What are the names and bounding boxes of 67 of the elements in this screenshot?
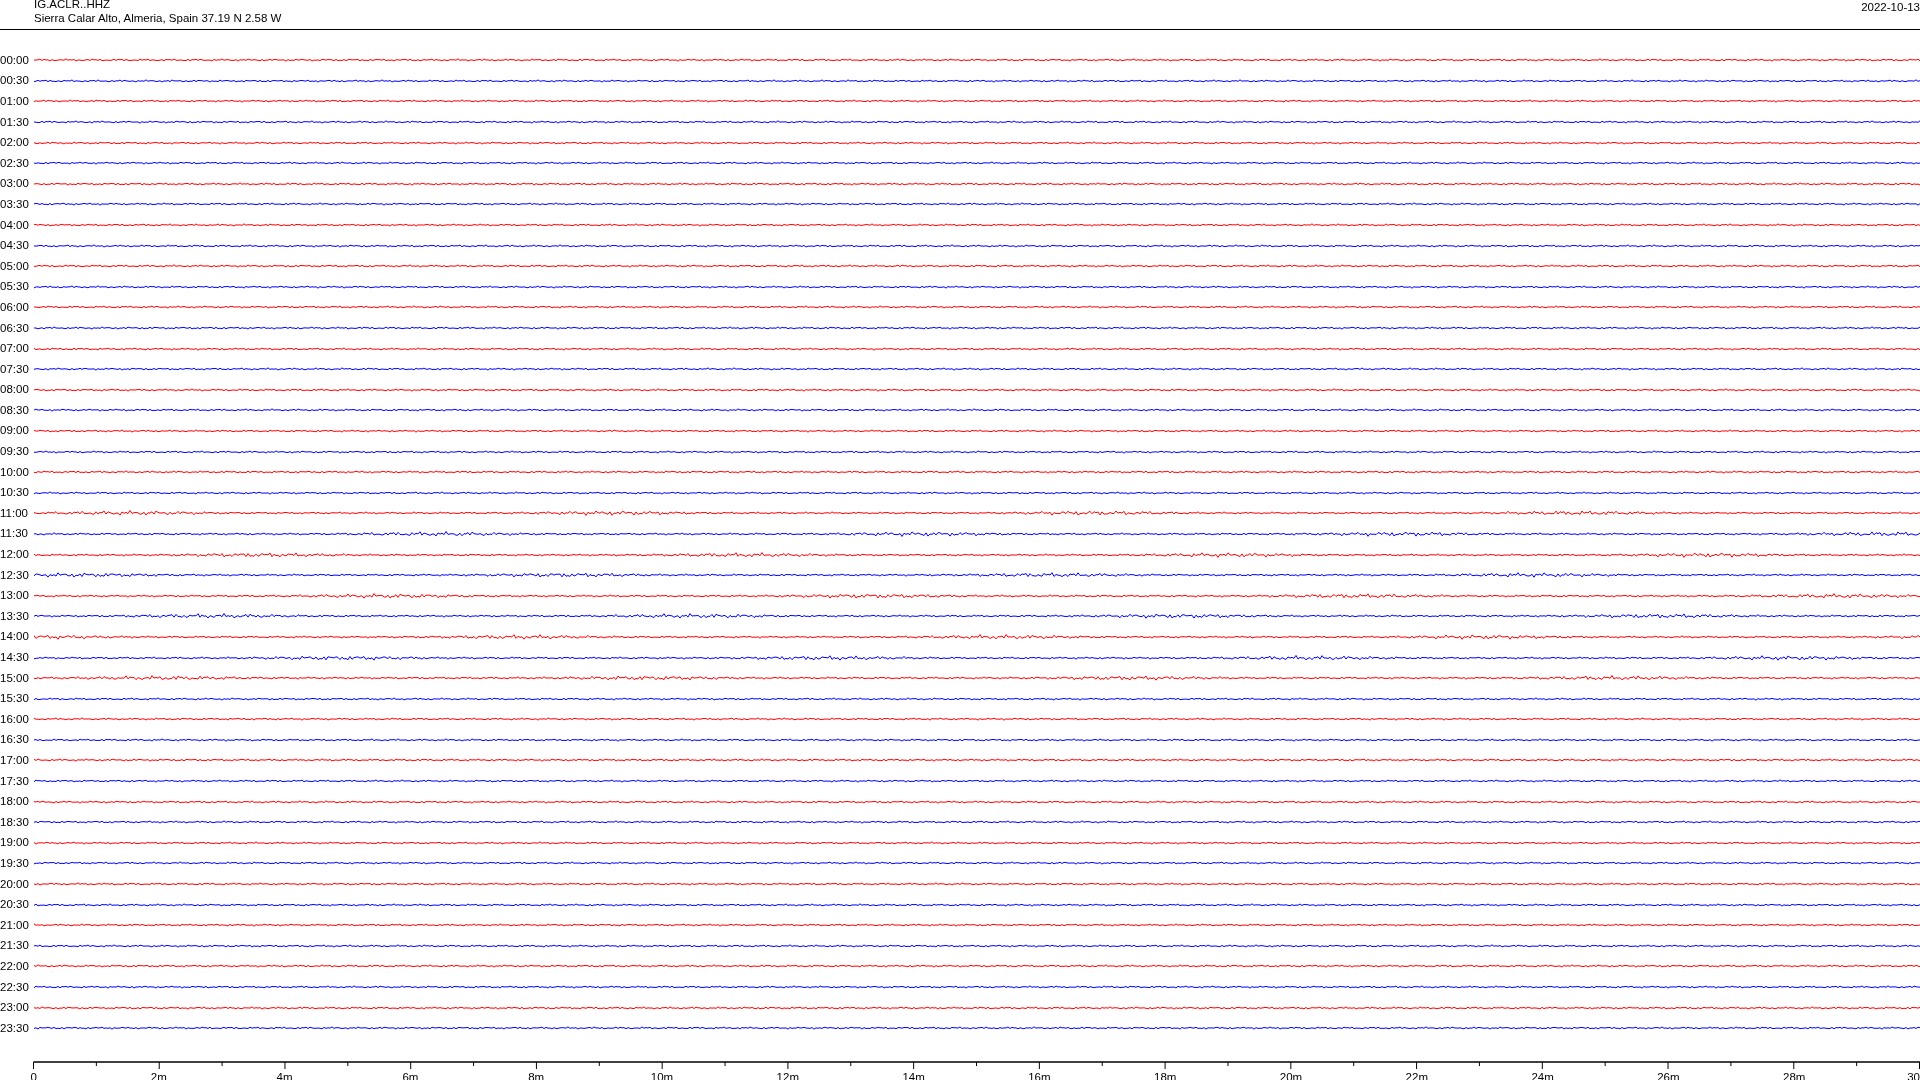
time-label: 05:00 — [0, 259, 30, 273]
time-label: 01:30 — [0, 115, 30, 129]
time-label: 09:00 — [0, 424, 30, 438]
time-label: 16:30 — [0, 733, 30, 747]
time-label: 14:00 — [0, 630, 30, 644]
time-label: 22:30 — [0, 980, 30, 994]
axis-label: 2m — [150, 1070, 167, 1080]
time-label: 03:30 — [0, 197, 30, 211]
time-label: 17:00 — [0, 754, 30, 767]
time-label: 14:30 — [0, 651, 30, 664]
time-label: 12:00 — [0, 548, 30, 562]
time-label: 23:30 — [0, 1021, 30, 1035]
time-label: 00:30 — [0, 74, 30, 88]
time-label: 20:30 — [0, 898, 30, 912]
axis-label: 0 — [30, 1070, 37, 1080]
station-location: Sierra Calar Alto, Almeria, Spain 37.19 N 2.58 W — [34, 11, 282, 25]
time-label: 08:00 — [0, 383, 30, 397]
time-label: 19:00 — [0, 836, 30, 850]
axis-label: 24m — [1531, 1070, 1554, 1080]
axis-label: 30 — [1907, 1070, 1920, 1080]
axis-label: 22m — [1405, 1070, 1428, 1080]
time-label: 12:30 — [0, 568, 30, 582]
time-label: 21:00 — [0, 918, 30, 932]
time-label: 07:00 — [0, 342, 30, 356]
time-label: 01:00 — [0, 95, 30, 108]
time-label: 05:30 — [0, 280, 30, 294]
station-code: IG.ACLR..HHZ — [34, 0, 112, 11]
time-label: 11:30 — [0, 527, 29, 541]
time-label: 10:00 — [0, 465, 30, 479]
time-label: 02:30 — [0, 156, 30, 170]
time-label: 11:00 — [0, 506, 29, 520]
time-label: 18:30 — [0, 815, 30, 829]
axis-label: 12m — [776, 1070, 799, 1080]
time-label: 06:30 — [0, 321, 30, 335]
time-label: 19:30 — [0, 856, 30, 870]
time-label: 00:00 — [0, 53, 30, 67]
axis-label: 14m — [902, 1070, 925, 1080]
time-label: 17:30 — [0, 774, 30, 788]
axis-label: 4m — [276, 1070, 293, 1080]
time-label: 02:00 — [0, 136, 30, 150]
time-label: 13:00 — [0, 589, 30, 603]
axis-label: 20m — [1279, 1070, 1303, 1080]
axis-label: 26m — [1657, 1070, 1680, 1080]
time-label: 15:00 — [0, 671, 30, 685]
axis-label: 6m — [402, 1070, 419, 1080]
time-label: 08:30 — [0, 403, 30, 417]
axis-label: 10m — [650, 1070, 674, 1080]
time-label: 15:30 — [0, 692, 30, 706]
time-label: 20:00 — [0, 877, 30, 891]
axis-label: 16m — [1028, 1070, 1051, 1080]
time-label: 04:00 — [0, 218, 30, 232]
time-label: 06:00 — [0, 300, 30, 314]
time-label: 10:30 — [0, 486, 30, 500]
time-label: 13:30 — [0, 609, 30, 623]
time-label: 22:00 — [0, 959, 30, 973]
axis-label: 28m — [1783, 1070, 1806, 1080]
axis-label: 8m — [528, 1070, 545, 1080]
plot-date: 2022-10-13 — [1861, 0, 1920, 14]
time-label: 18:00 — [0, 795, 30, 809]
time-label: 16:00 — [0, 712, 30, 726]
time-label: 21:30 — [0, 939, 30, 953]
time-label: 03:00 — [0, 177, 30, 191]
time-label: 23:00 — [0, 1001, 30, 1015]
time-label: 04:30 — [0, 239, 30, 253]
time-label: 09:30 — [0, 445, 30, 459]
time-label: 07:30 — [0, 362, 30, 376]
axis-label: 18m — [1154, 1070, 1177, 1080]
